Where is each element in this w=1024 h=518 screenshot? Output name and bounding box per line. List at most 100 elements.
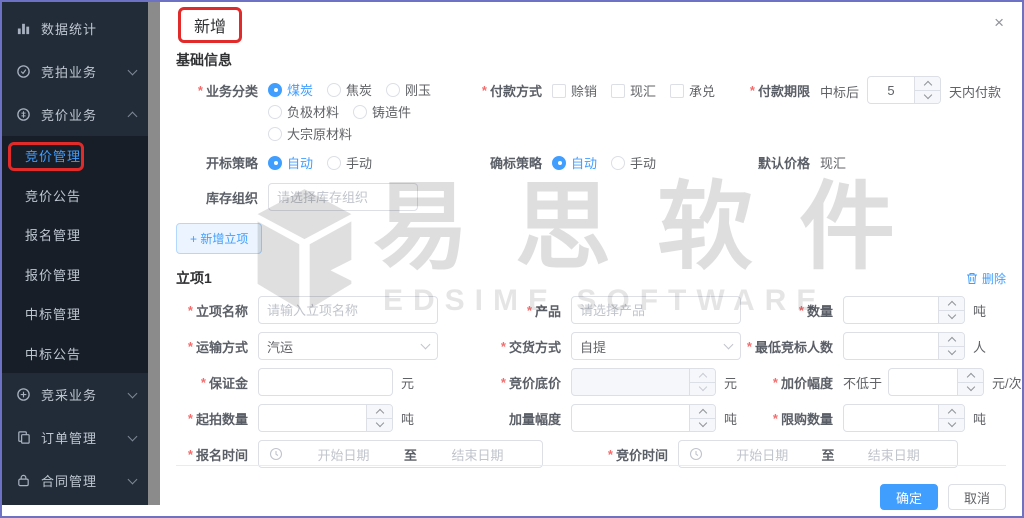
step-down-button[interactable] xyxy=(690,418,715,432)
sidebar-item-award-management[interactable]: 中标管理 xyxy=(2,294,148,334)
sidebar-item-bidding-announcement[interactable]: 竞价公告 xyxy=(2,176,148,216)
confirm-button[interactable]: 确定 xyxy=(880,484,938,510)
payment-term-input[interactable] xyxy=(868,77,914,103)
delete-project-link[interactable]: 删除 xyxy=(966,270,1006,287)
min-bidders-input[interactable] xyxy=(844,333,938,359)
field-label-product: * 产品 xyxy=(476,301,571,320)
chevron-down-icon xyxy=(128,431,138,441)
radio-selected-icon xyxy=(268,83,282,97)
step-up-button[interactable] xyxy=(915,77,940,90)
checkbox-icon xyxy=(552,84,566,98)
start-quantity-input[interactable] xyxy=(259,405,366,431)
product-input[interactable] xyxy=(571,296,741,324)
step-up-button[interactable] xyxy=(367,405,392,418)
bid-increment-stepper xyxy=(888,368,984,396)
radio-icon xyxy=(268,127,282,141)
radio-confirm-manual[interactable]: 手动 xyxy=(611,153,656,172)
step-down-button[interactable] xyxy=(958,382,983,396)
step-down-button[interactable] xyxy=(939,418,964,432)
contract-icon xyxy=(15,472,32,489)
checkbox-icon xyxy=(611,84,625,98)
radio-corundum[interactable]: 刚玉 xyxy=(386,80,431,99)
sidebar-item-label: 报名管理 xyxy=(25,225,81,244)
step-down-button[interactable] xyxy=(939,346,964,360)
close-icon[interactable]: × xyxy=(994,14,1004,31)
field-label-signup-time: * 报名时间 xyxy=(176,445,258,464)
step-down-button[interactable] xyxy=(367,418,392,432)
payment-term-stepper xyxy=(867,76,941,104)
add-project-button[interactable]: + 新增立项 xyxy=(176,223,262,254)
field-label-payment-method: * 付款方式 xyxy=(476,81,552,100)
sidebar-item-contract-management[interactable]: 合同管理 xyxy=(2,459,148,502)
order-icon xyxy=(15,429,32,446)
checkbox-spot-exchange[interactable]: 现汇 xyxy=(611,81,656,100)
deposit-input[interactable] xyxy=(258,368,393,396)
signup-time-daterange[interactable]: 开始日期 至 结束日期 xyxy=(258,440,543,468)
sidebar-item-bidding-management[interactable]: 竞价管理 xyxy=(2,136,148,176)
required-asterisk: * xyxy=(198,83,203,98)
sidebar-item-signup-management[interactable]: 报名管理 xyxy=(2,215,148,255)
radio-bulk-raw-material[interactable]: 大宗原材料 xyxy=(268,124,352,143)
floor-price-stepper xyxy=(571,368,716,396)
checkbox-credit-sale[interactable]: 赊销 xyxy=(552,81,597,100)
project-name-input[interactable] xyxy=(258,296,438,324)
step-down-button[interactable] xyxy=(915,90,940,104)
bid-increment-input[interactable] xyxy=(889,369,957,395)
step-up-button[interactable] xyxy=(939,405,964,418)
radio-open-manual[interactable]: 手动 xyxy=(327,153,372,172)
end-date-placeholder: 结束日期 xyxy=(841,445,948,464)
payment-term-prefix: 中标后 xyxy=(820,82,859,101)
quantity-input[interactable] xyxy=(844,297,938,323)
purchase-limit-input[interactable] xyxy=(844,405,938,431)
date-separator: 至 xyxy=(822,445,835,464)
transport-mode-select[interactable]: 汽运 xyxy=(258,332,438,360)
chevron-down-icon xyxy=(724,340,734,350)
step-up-button[interactable] xyxy=(958,369,983,382)
chevron-up-icon xyxy=(923,81,931,89)
radio-open-auto[interactable]: 自动 xyxy=(268,153,313,172)
step-up-button xyxy=(690,369,715,382)
chevron-down-icon xyxy=(128,388,138,398)
chevron-down-icon xyxy=(923,91,931,99)
radio-coal[interactable]: 煤炭 xyxy=(268,80,313,99)
sidebar-item-bidding-business[interactable]: 竞价业务 xyxy=(2,93,148,136)
payment-method-checkbox-group: 赊销 现汇 承兑 xyxy=(552,81,715,100)
sidebar-item-quote-management[interactable]: 报价管理 xyxy=(2,255,148,295)
bidding-time-daterange[interactable]: 开始日期 至 结束日期 xyxy=(678,440,958,468)
step-down-button[interactable] xyxy=(939,310,964,324)
increase-range-unit: 吨 xyxy=(724,409,737,428)
increase-range-stepper xyxy=(571,404,716,432)
radio-confirm-auto[interactable]: 自动 xyxy=(552,153,597,172)
sidebar-item-procurement-business[interactable]: 竞采业务 xyxy=(2,373,148,416)
radio-casting[interactable]: 铸造件 xyxy=(353,102,411,121)
checkbox-acceptance[interactable]: 承兑 xyxy=(670,81,715,100)
bar-chart-icon xyxy=(15,20,32,37)
radio-selected-icon xyxy=(268,156,282,170)
default-price-value: 现汇 xyxy=(820,153,846,172)
step-up-button[interactable] xyxy=(939,333,964,346)
app-window: 数据统计 竞拍业务 竞价业务 竞价管理 竞价公告 报名管理 xyxy=(0,0,1024,518)
bidding-icon xyxy=(15,106,32,123)
end-date-placeholder: 结束日期 xyxy=(423,445,532,464)
sidebar-item-award-announcement[interactable]: 中标公告 xyxy=(2,334,148,374)
cancel-button[interactable]: 取消 xyxy=(948,484,1006,510)
sidebar-item-label: 竞价公告 xyxy=(25,186,81,205)
sidebar-item-data-statistics[interactable]: 数据统计 xyxy=(2,7,148,50)
procurement-icon xyxy=(15,386,32,403)
increase-range-input[interactable] xyxy=(572,405,689,431)
step-up-button[interactable] xyxy=(939,297,964,310)
inventory-org-input[interactable] xyxy=(268,183,418,211)
sidebar-item-auction-business[interactable]: 竞拍业务 xyxy=(2,50,148,93)
sidebar-item-label: 报价管理 xyxy=(25,265,81,284)
field-label-bid-increment: * 加价幅度 xyxy=(748,373,843,392)
business-category-radio-group: 煤炭 焦炭 刚玉 负极材料 xyxy=(268,80,473,143)
radio-anode-material[interactable]: 负极材料 xyxy=(268,102,339,121)
radio-coke[interactable]: 焦炭 xyxy=(327,80,372,99)
delivery-mode-select[interactable]: 自提 xyxy=(571,332,741,360)
field-label-increase-range: 加量幅度 xyxy=(476,409,571,428)
chevron-down-icon xyxy=(128,65,138,75)
sidebar-item-order-management[interactable]: 订单管理 xyxy=(2,416,148,459)
step-up-button[interactable] xyxy=(690,405,715,418)
sidebar-divider-strip xyxy=(148,2,160,505)
field-label-quantity: * 数量 xyxy=(748,301,843,320)
